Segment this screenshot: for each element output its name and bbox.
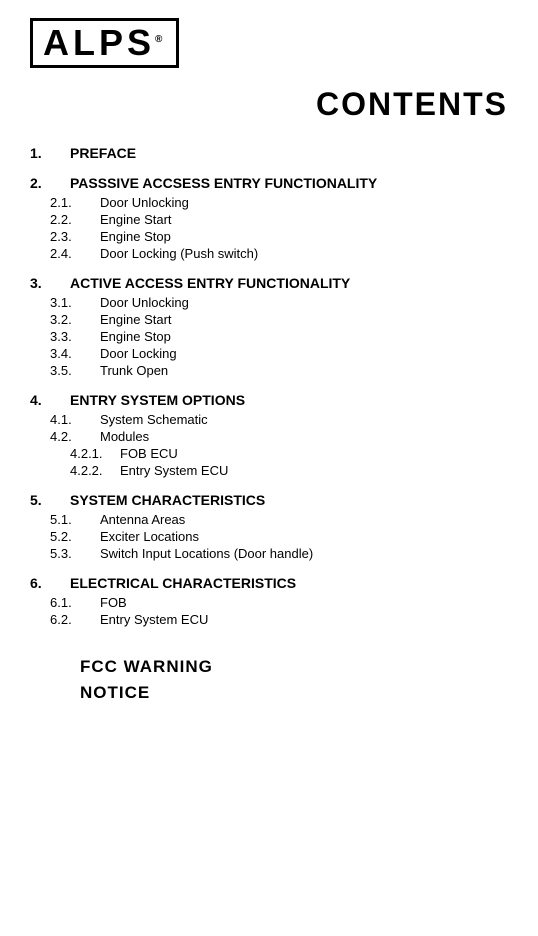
section-3-title: ACTIVE ACCESS ENTRY FUNCTIONALITY xyxy=(70,275,350,291)
item-3-5-num: 3.5. xyxy=(40,363,100,378)
list-item: 6.2. Entry System ECU xyxy=(40,612,508,627)
section-4-num: 4. xyxy=(30,392,70,408)
item-4-1-label: System Schematic xyxy=(100,412,208,427)
section-3-items: 3.1. Door Unlocking 3.2. Engine Start 3.… xyxy=(40,295,508,378)
list-item: 6.1. FOB xyxy=(40,595,508,610)
item-3-3-num: 3.3. xyxy=(40,329,100,344)
list-item: 2.2. Engine Start xyxy=(40,212,508,227)
list-item: 4.2. Modules xyxy=(40,429,508,444)
section-3-num: 3. xyxy=(30,275,70,291)
item-6-1-label: FOB xyxy=(100,595,127,610)
item-4-2-label: Modules xyxy=(100,429,149,444)
section-2-header: 2. PASSSIVE ACCSESS ENTRY FUNCTIONALITY xyxy=(30,175,508,191)
section-3-header: 3. ACTIVE ACCESS ENTRY FUNCTIONALITY xyxy=(30,275,508,291)
section-1-title: PREFACE xyxy=(70,145,136,161)
item-5-1-num: 5.1. xyxy=(40,512,100,527)
item-4-2-num: 4.2. xyxy=(40,429,100,444)
list-item: 2.1. Door Unlocking xyxy=(40,195,508,210)
item-3-2-label: Engine Start xyxy=(100,312,172,327)
list-item: 3.2. Engine Start xyxy=(40,312,508,327)
section-5-header: 5. SYSTEM CHARACTERISTICS xyxy=(30,492,508,508)
section-2-num: 2. xyxy=(30,175,70,191)
item-5-1-label: Antenna Areas xyxy=(100,512,185,527)
item-5-3-label: Switch Input Locations (Door handle) xyxy=(100,546,313,561)
item-3-1-num: 3.1. xyxy=(40,295,100,310)
list-item: 5.1. Antenna Areas xyxy=(40,512,508,527)
section-1-header: 1. PREFACE xyxy=(30,145,508,161)
item-2-3-label: Engine Stop xyxy=(100,229,171,244)
section-5-title: SYSTEM CHARACTERISTICS xyxy=(70,492,265,508)
item-4-2-1-label: FOB ECU xyxy=(120,446,178,461)
item-3-4-label: Door Locking xyxy=(100,346,177,361)
item-2-3-num: 2.3. xyxy=(40,229,100,244)
section-6-items: 6.1. FOB 6.2. Entry System ECU xyxy=(40,595,508,627)
item-6-2-num: 6.2. xyxy=(40,612,100,627)
item-2-2-num: 2.2. xyxy=(40,212,100,227)
item-5-2-num: 5.2. xyxy=(40,529,100,544)
logo-area: ALPS® xyxy=(30,18,508,68)
item-5-2-label: Exciter Locations xyxy=(100,529,199,544)
logo-registered: ® xyxy=(155,34,166,45)
section-2-items: 2.1. Door Unlocking 2.2. Engine Start 2.… xyxy=(40,195,508,261)
item-3-2-num: 3.2. xyxy=(40,312,100,327)
item-2-2-label: Engine Start xyxy=(100,212,172,227)
list-item: 5.2. Exciter Locations xyxy=(40,529,508,544)
section-5-num: 5. xyxy=(30,492,70,508)
list-item: 4.2.1. FOB ECU xyxy=(40,446,508,461)
fcc-section: FCC WARNING NOTICE xyxy=(30,657,508,703)
section-6-title: ELECTRICAL CHARACTERISTICS xyxy=(70,575,296,591)
item-4-2-2-num: 4.2.2. xyxy=(40,463,120,478)
item-3-4-num: 3.4. xyxy=(40,346,100,361)
item-4-2-2-label: Entry System ECU xyxy=(120,463,228,478)
list-item: 2.4. Door Locking (Push switch) xyxy=(40,246,508,261)
list-item: 3.4. Door Locking xyxy=(40,346,508,361)
item-2-1-num: 2.1. xyxy=(40,195,100,210)
item-3-1-label: Door Unlocking xyxy=(100,295,189,310)
item-6-1-num: 6.1. xyxy=(40,595,100,610)
section-1-num: 1. xyxy=(30,145,70,161)
list-item: 2.3. Engine Stop xyxy=(40,229,508,244)
list-item: 3.5. Trunk Open xyxy=(40,363,508,378)
list-item: 5.3. Switch Input Locations (Door handle… xyxy=(40,546,508,561)
section-4-title: ENTRY SYSTEM OPTIONS xyxy=(70,392,245,408)
item-3-5-label: Trunk Open xyxy=(100,363,168,378)
section-6-num: 6. xyxy=(30,575,70,591)
item-2-4-label: Door Locking (Push switch) xyxy=(100,246,258,261)
section-6-header: 6. ELECTRICAL CHARACTERISTICS xyxy=(30,575,508,591)
item-3-3-label: Engine Stop xyxy=(100,329,171,344)
fcc-warning-title: FCC WARNING xyxy=(80,657,508,677)
list-item: 4.1. System Schematic xyxy=(40,412,508,427)
section-5-items: 5.1. Antenna Areas 5.2. Exciter Location… xyxy=(40,512,508,561)
logo-text: ALPS xyxy=(43,22,155,63)
fcc-notice-title: NOTICE xyxy=(80,683,508,703)
contents-title: CONTENTS xyxy=(30,86,508,123)
item-6-2-label: Entry System ECU xyxy=(100,612,208,627)
item-4-1-num: 4.1. xyxy=(40,412,100,427)
list-item: 4.2.2. Entry System ECU xyxy=(40,463,508,478)
alps-logo: ALPS® xyxy=(30,18,179,68)
list-item: 3.1. Door Unlocking xyxy=(40,295,508,310)
item-5-3-num: 5.3. xyxy=(40,546,100,561)
section-4-items: 4.1. System Schematic 4.2. Modules 4.2.1… xyxy=(40,412,508,478)
page: ALPS® CONTENTS 1. PREFACE 2. PASSSIVE AC… xyxy=(0,0,538,936)
item-4-2-1-num: 4.2.1. xyxy=(40,446,120,461)
section-4-header: 4. ENTRY SYSTEM OPTIONS xyxy=(30,392,508,408)
list-item: 3.3. Engine Stop xyxy=(40,329,508,344)
item-2-4-num: 2.4. xyxy=(40,246,100,261)
section-2-title: PASSSIVE ACCSESS ENTRY FUNCTIONALITY xyxy=(70,175,377,191)
item-2-1-label: Door Unlocking xyxy=(100,195,189,210)
